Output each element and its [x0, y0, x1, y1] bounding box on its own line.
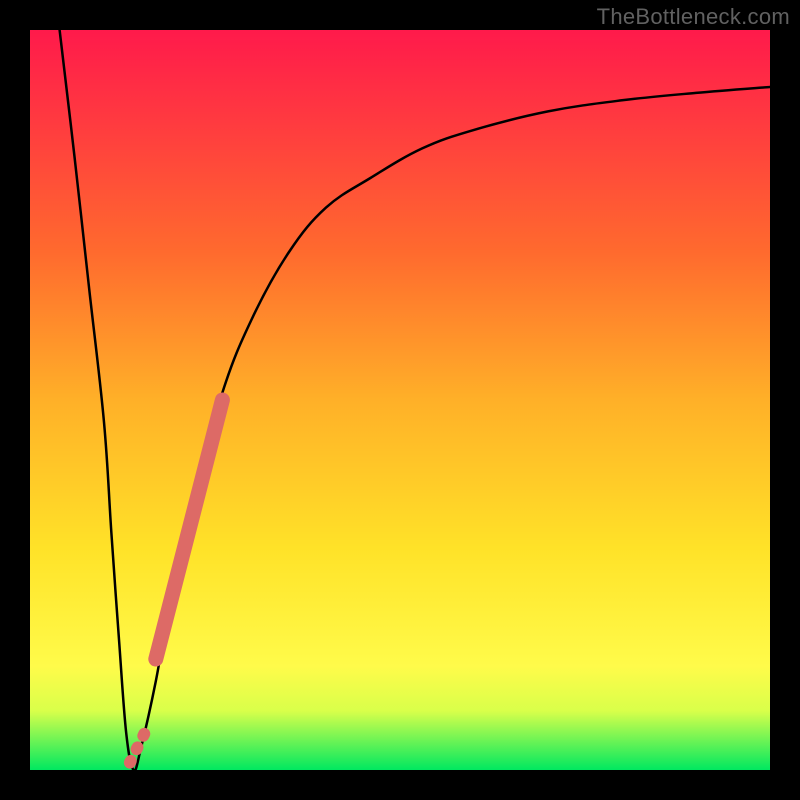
chart-svg: [30, 30, 770, 770]
chart-frame: TheBottleneck.com: [0, 0, 800, 800]
plot-area: [30, 30, 770, 770]
highlight-segment-upper: [156, 400, 223, 659]
bottleneck-curve: [60, 30, 770, 770]
watermark-text: TheBottleneck.com: [597, 4, 790, 30]
highlight-dots-lower: [130, 733, 145, 763]
